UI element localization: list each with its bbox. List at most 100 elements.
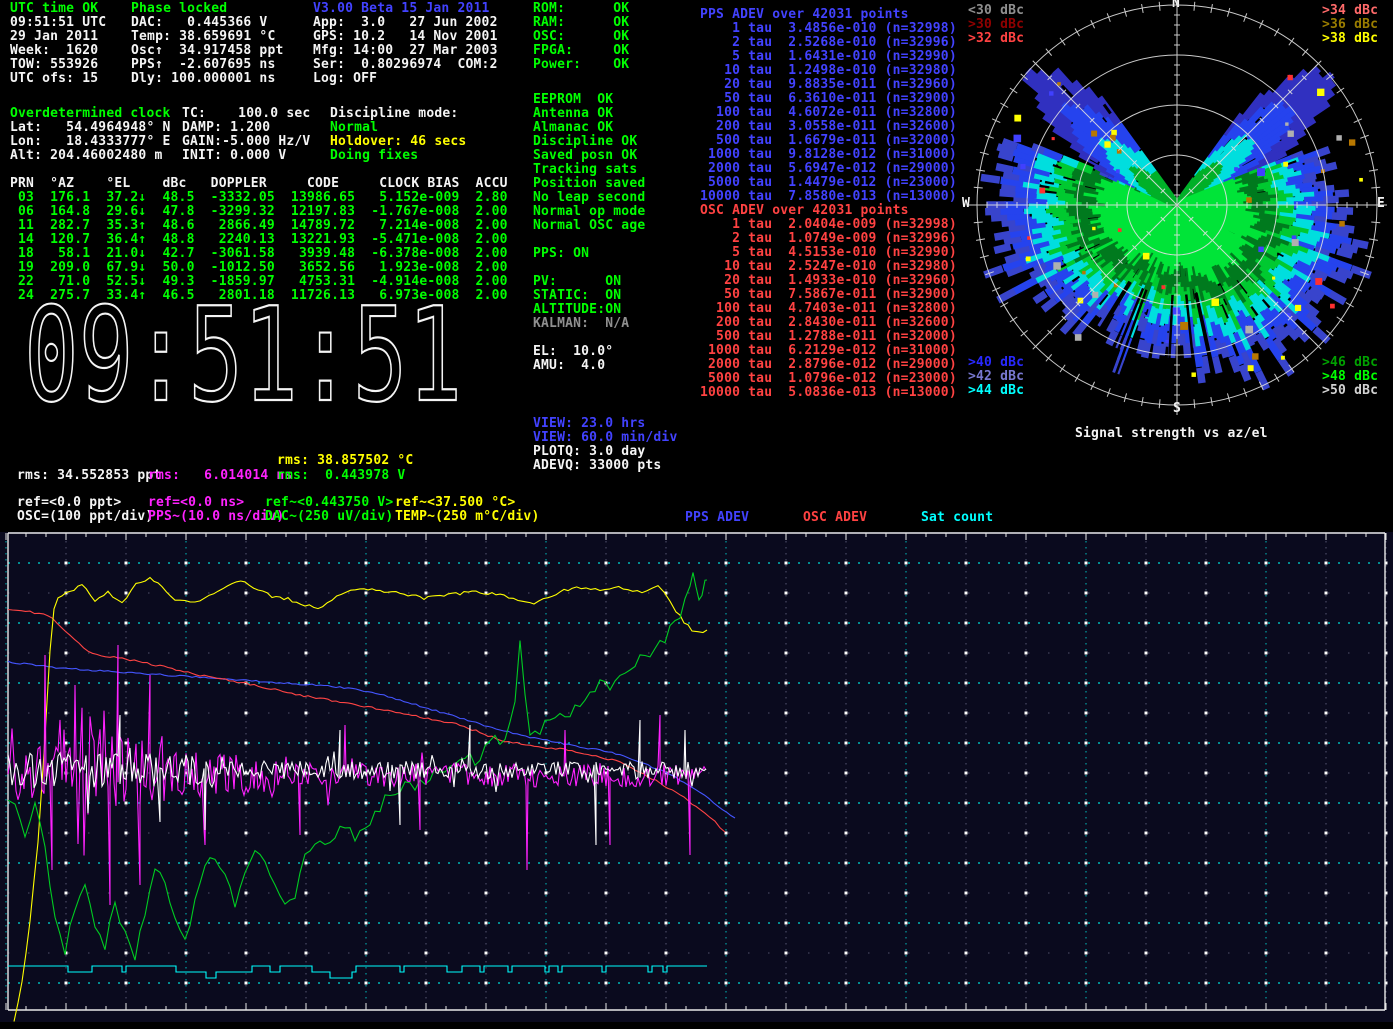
receiver-modes-line: ALTITUDE:ON: [533, 303, 621, 317]
osc-adev-table-line: 2 tau 1.0749e-009 (n=32996): [700, 232, 957, 246]
oscillator-state-line: Phase locked: [131, 2, 227, 16]
gps-health-line: Normal OSC age: [533, 219, 645, 233]
mask-settings-line: AMU: 4.0: [533, 359, 605, 373]
self-test-line: RAM: OK: [533, 16, 629, 30]
self-test-line: Power: OK: [533, 58, 629, 72]
loop-params-line: GAIN:-5.000 Hz/V: [182, 135, 310, 149]
satellite-table-line: 03 176.1 37.2↓ 48.5 -3332.05 13986.65 5.…: [10, 191, 508, 205]
satellite-table-line: 14 120.7 36.4↑ 48.8 2240.13 13221.93 -5.…: [10, 233, 508, 247]
ref-dac-line: ref~<0.443750 V>: [265, 496, 393, 510]
pps-adev-table-line: 500 tau 1.6679e-011 (n=32000): [700, 134, 957, 148]
history-plot: [0, 532, 1393, 1029]
loop-params-line: TC: 100.0 sec: [182, 107, 310, 121]
lady-heather-screen: UTC time OK09:51:51 UTC29 Jan 2011Week: …: [0, 0, 1393, 1029]
utc-status-line: 29 Jan 2011: [10, 30, 98, 44]
legend-osc-adev-line: OSC ADEV: [803, 511, 867, 525]
view-settings-line: VIEW: 23.0 hrs: [533, 417, 645, 431]
pps-status-line: PPS: ON: [533, 247, 589, 261]
position-line: Overdetermined clock: [10, 107, 171, 121]
position-line: Alt: 204.46002480 m: [10, 149, 163, 163]
osc-adev-table-line: 1000 tau 6.2129e-012 (n=31000): [700, 344, 957, 358]
mask-settings-line: EL: 10.0°: [533, 345, 613, 359]
pps-adev-table-line: 2 tau 2.5268e-010 (n=32996): [700, 36, 957, 50]
self-test-line: OSC: OK: [533, 30, 629, 44]
gps-health-line: EEPROM OK: [533, 93, 613, 107]
self-test-line: FPGA: OK: [533, 44, 629, 58]
version-info-line: V3.00 Beta 15 Jan 2011: [313, 2, 490, 16]
pps-adev-table-line: 5 tau 1.6431e-010 (n=32990): [700, 50, 957, 64]
position-line: Lat: 54.4964948° N: [10, 121, 171, 135]
satellite-table-line: 22 71.0 52.5↓ 49.3 -1859.97 4753.31 -4.9…: [10, 275, 508, 289]
pps-adev-table-line: 2000 tau 5.6947e-012 (n=29000): [700, 162, 957, 176]
loop-params-line: DAMP: 1.200: [182, 121, 270, 135]
utc-status-line: 09:51:51 UTC: [10, 16, 106, 30]
self-test-line: ROM: OK: [533, 2, 629, 16]
osc-adev-table-line: OSC ADEV over 42031 points: [700, 204, 909, 218]
rms-pps-line: rms: 6.014014 ns: [148, 469, 292, 483]
position-line: Lon: 18.4333777° E: [10, 135, 171, 149]
utc-status-line: UTC ofs: 15: [10, 72, 98, 86]
satellite-table-line: 19 209.0 67.9↓ 50.0 -1012.50 3652.56 1.9…: [10, 261, 508, 275]
osc-adev-table-line: 50 tau 7.5867e-011 (n=32900): [700, 288, 957, 302]
pps-adev-table-line: 100 tau 4.6072e-011 (n=32800): [700, 106, 957, 120]
pps-adev-table-line: 5000 tau 1.4479e-012 (n=23000): [700, 176, 957, 190]
discipline-mode-line: Normal: [330, 121, 378, 135]
pps-adev-table-line: 10 tau 1.2498e-010 (n=32980): [700, 64, 957, 78]
clock-digits: 09:51:51: [24, 298, 462, 413]
osc-adev-table-line: 100 tau 4.7403e-011 (n=32800): [700, 302, 957, 316]
discipline-mode-line: Holdover: 46 secs: [330, 135, 466, 149]
ref-temp-line: ref~<37.500 °C>: [395, 496, 515, 510]
ref-dac-line: DAC~(250 uV/div): [265, 510, 393, 524]
satellite-table-line: 18 58.1 21.0↓ 42.7 -3061.58 3939.48 -6.3…: [10, 247, 508, 261]
pps-adev-table-line: 10000 tau 7.8580e-013 (n=13000): [700, 190, 957, 204]
rms-temp-line: rms: 38.857502 °C: [277, 454, 413, 468]
oscillator-state-line: Temp: 38.659691 °C: [131, 30, 275, 44]
osc-adev-table-line: 5 tau 4.5153e-010 (n=32990): [700, 246, 957, 260]
legend-pps-adev-line: PPS ADEV: [685, 511, 749, 525]
rms-dac-line: rms: 0.443978 V: [277, 469, 405, 483]
gps-health-line: No leap second: [533, 191, 645, 205]
version-info-line: Ser: 0.80296974 COM:2: [313, 58, 498, 72]
pps-adev-table-line: PPS ADEV over 42031 points: [700, 8, 909, 22]
oscillator-state-line: PPS↑ -2.607695 ns: [131, 58, 275, 72]
pps-adev-table-line: 200 tau 3.0558e-011 (n=32600): [700, 120, 957, 134]
osc-adev-table-line: 10000 tau 5.0836e-013 (n=13000): [700, 386, 957, 400]
gps-health-line: Discipline OK: [533, 135, 637, 149]
osc-adev-table-line: 2000 tau 2.8796e-012 (n=29000): [700, 358, 957, 372]
view-settings-line: PLOTQ: 3.0 day: [533, 445, 645, 459]
version-info-line: Mfg: 14:00 27 Mar 2003: [313, 44, 498, 58]
osc-adev-table-line: 20 tau 1.4933e-010 (n=32960): [700, 274, 957, 288]
discipline-mode-line: Doing fixes: [330, 149, 418, 163]
ref-osc-line: OSC=(100 ppt/div): [17, 510, 153, 524]
legend-sat-count-line: Sat count: [921, 511, 993, 525]
version-info-line: App: 3.0 27 Jun 2002: [313, 16, 498, 30]
pps-adev-table-line: 1000 tau 9.8128e-012 (n=31000): [700, 148, 957, 162]
loop-params-line: INIT: 0.000 V: [182, 149, 286, 163]
satellite-table-line: PRN °AZ °EL dBc DOPPLER CODE CLOCK BIAS …: [10, 177, 508, 191]
receiver-modes-line: KALMAN: N/A: [533, 317, 629, 331]
polar-caption-line: Signal strength vs az/el: [1075, 427, 1268, 441]
digital-clock: 09:51:51: [8, 298, 478, 413]
version-info-line: GPS: 10.2 14 Nov 2001: [313, 30, 498, 44]
gps-health-line: Almanac OK: [533, 121, 613, 135]
osc-adev-table-line: 5000 tau 1.0796e-012 (n=23000): [700, 372, 957, 386]
gps-health-line: Tracking sats: [533, 163, 637, 177]
discipline-mode-line: Discipline mode:: [330, 107, 458, 121]
utc-status-line: TOW: 553926: [10, 58, 98, 72]
oscillator-state-line: DAC: 0.445366 V: [131, 16, 267, 30]
ref-pps-line: ref=<0.0 ns>: [148, 496, 244, 510]
utc-status-line: Week: 1620: [10, 44, 98, 58]
utc-status-line: UTC time OK: [10, 2, 98, 16]
ref-temp-line: TEMP~(250 m°C/div): [395, 510, 539, 524]
gps-health-line: Normal op mode: [533, 205, 645, 219]
rms-osc-line: rms: 34.552853 ppt: [17, 469, 161, 483]
version-info-line: Log: OFF: [313, 72, 377, 86]
satellite-table-line: 06 164.8 29.6↓ 47.8 -3299.32 12197.83 -1…: [10, 205, 508, 219]
view-settings-line: VIEW: 60.0 min/div: [533, 431, 677, 445]
pps-adev-table-line: 1 tau 3.4856e-010 (n=32998): [700, 22, 957, 36]
gps-health-line: Saved posn OK: [533, 149, 637, 163]
ref-pps-line: PPS~(10.0 ns/div): [148, 510, 284, 524]
gps-health-line: Position saved: [533, 177, 645, 191]
osc-adev-table-line: 500 tau 1.2788e-011 (n=32000): [700, 330, 957, 344]
oscillator-state-line: Dly: 100.000001 ns: [131, 72, 275, 86]
